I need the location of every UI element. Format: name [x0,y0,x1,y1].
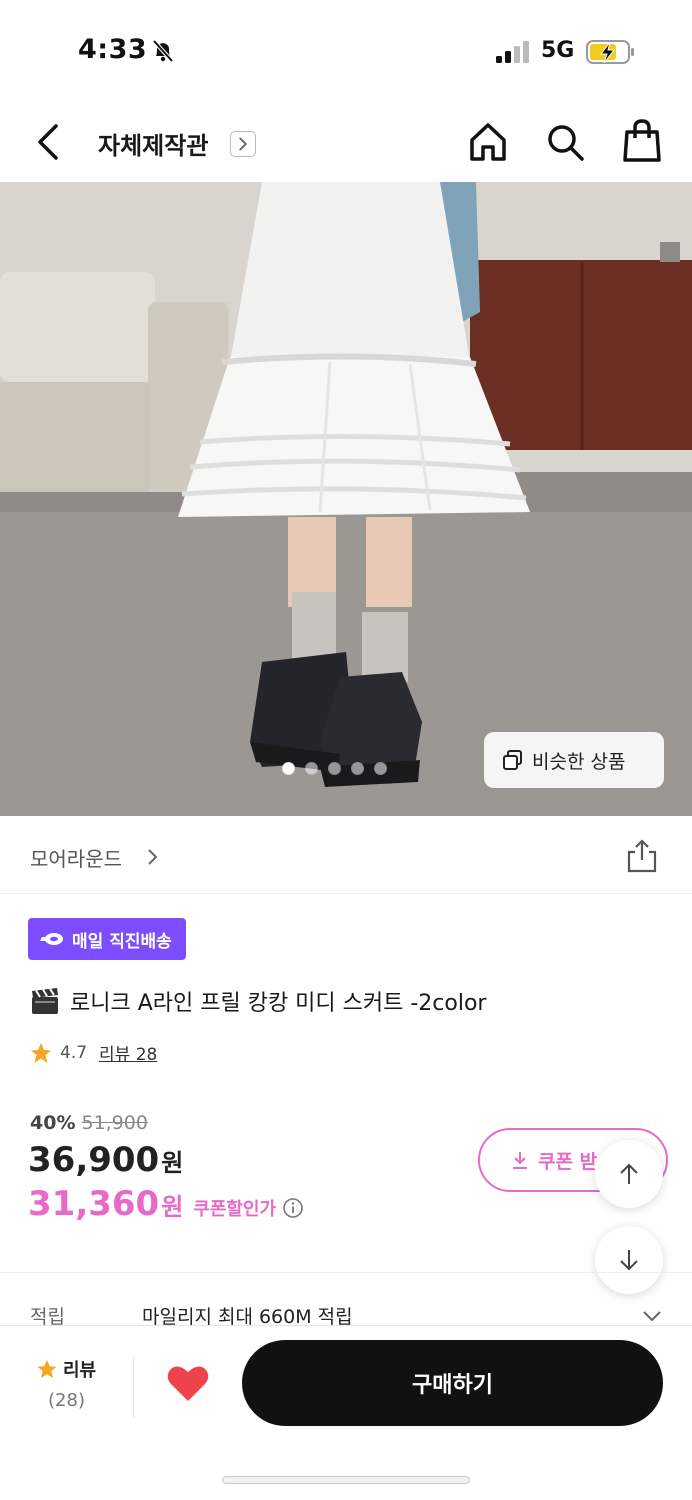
discount-row: 40% 51,900 [30,1112,148,1134]
points-row[interactable]: 적립 마일리지 최대 660M 적립 [0,1296,692,1326]
back-arrow-icon[interactable] [30,120,70,164]
carousel-dot[interactable] [305,762,318,775]
review-summary-button[interactable]: 리뷰 (28) [0,1356,134,1418]
bell-muted-icon [152,39,174,63]
chevron-right-icon[interactable] [146,847,160,867]
shopping-bag-icon[interactable] [620,118,664,164]
status-time: 4:33 [78,34,148,65]
coupon-price: 31,360 원 쿠폰할인가 [28,1184,304,1224]
review-count: (28) [48,1390,85,1411]
coupon-button-label: 쿠폰 받 [538,1150,598,1173]
chevron-right-icon[interactable] [230,131,256,157]
coupon-price-unit: 원 [161,1193,184,1221]
sale-price: 36,900 원 [28,1140,183,1180]
home-indicator [222,1476,470,1484]
star-icon [37,1360,57,1378]
rating-value: 4.7 [60,1042,88,1063]
review-label: 리뷰 [62,1360,97,1381]
points-value: 마일리지 최대 660M 적립 [142,1306,353,1326]
points-label: 적립 [30,1306,65,1326]
carousel-dots [282,762,387,775]
carousel-dot[interactable] [374,762,387,775]
similar-products-label: 비슷한 상품 [532,750,626,773]
product-title-text: 로니크 A라인 프릴 캉캉 미디 스커트 -2color [70,991,487,1016]
brand-name-link[interactable]: 모어라운드 [30,843,122,872]
sale-price-value: 36,900 [28,1140,160,1180]
brand-row: 모어라운드 [0,816,692,894]
carousel-dot[interactable] [282,762,295,775]
signal-icon [496,41,529,63]
original-price: 51,900 [81,1112,148,1134]
delivery-badge-label: 매일 직진배송 [72,931,172,952]
scroll-up-button[interactable] [595,1140,663,1208]
product-title: 로니크 A라인 프릴 캉캉 미디 스커트 -2color [30,985,486,1017]
product-image-carousel[interactable]: 비슷한 상품 [0,182,692,816]
arrow-down-icon [620,1250,638,1271]
scroll-down-button[interactable] [595,1226,663,1294]
discount-rate: 40% [30,1112,76,1134]
buy-button[interactable]: 구매하기 [242,1340,663,1426]
carousel-dot[interactable] [351,762,364,775]
download-icon [513,1152,527,1169]
star-icon [31,1042,51,1063]
copy-icon [503,750,522,770]
nav-bar: 자체제작관 [0,100,692,182]
review-count-link[interactable]: 리뷰 28 [99,1040,157,1065]
carousel-dot[interactable] [328,762,341,775]
rating-row: 4.7 리뷰 28 [30,1040,157,1065]
similar-products-button[interactable]: 비슷한 상품 [484,732,664,788]
coupon-price-value: 31,360 [28,1184,160,1224]
battery-charging-icon [586,40,634,64]
sale-price-unit: 원 [161,1149,184,1177]
delivery-badge: 매일 직진배송 [28,918,186,960]
heart-icon[interactable] [166,1362,210,1404]
bottom-action-bar: 리뷰 (28) 구매하기 [0,1325,692,1500]
fast-delivery-icon [40,933,63,945]
product-photo [0,182,692,816]
divider [0,1272,692,1273]
chevron-down-icon[interactable] [640,1308,664,1324]
status-bar: 4:33 5G [0,0,692,100]
home-icon[interactable] [466,120,510,164]
clapperboard-icon [32,988,58,1014]
info-icon[interactable] [282,1197,304,1219]
arrow-up-icon [620,1163,638,1184]
share-icon[interactable] [624,838,660,874]
nav-title[interactable]: 자체제작관 [98,126,208,161]
search-icon[interactable] [543,120,587,164]
coupon-price-label: 쿠폰할인가 [193,1199,277,1220]
network-label: 5G [541,38,575,63]
